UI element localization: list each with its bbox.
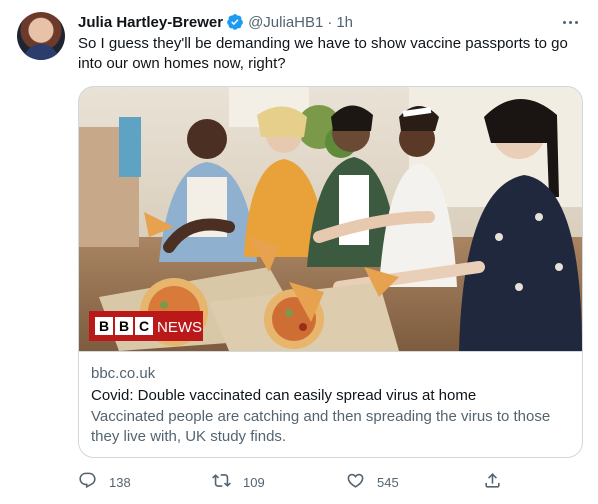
- verified-badge-icon: [226, 13, 244, 31]
- tweet-header: Julia Hartley-Brewer @JuliaHB1 · 1h: [78, 12, 353, 32]
- reply-count: 138: [109, 474, 131, 490]
- tweet[interactable]: Julia Hartley-Brewer @JuliaHB1 · 1h So I…: [0, 0, 598, 504]
- tweet-text: So I guess they'll be demanding we have …: [78, 35, 568, 72]
- author-name[interactable]: Julia Hartley-Brewer: [78, 14, 223, 31]
- reply-button[interactable]: 138: [78, 470, 131, 494]
- bbc-logo-letter: B: [99, 318, 109, 334]
- bbc-logo-letter: B: [119, 318, 129, 334]
- retweet-count: 109: [243, 474, 265, 490]
- retweet-button[interactable]: 109: [212, 470, 265, 494]
- reply-icon: [78, 471, 97, 493]
- bbc-news-label: NEWS: [157, 319, 202, 336]
- bbc-logo-letter: C: [139, 318, 149, 334]
- tweet-actions: 138 109 545: [78, 470, 508, 494]
- tweet-timestamp[interactable]: 1h: [336, 14, 353, 31]
- heart-icon: [346, 471, 365, 493]
- retweet-icon: [212, 471, 231, 493]
- bbc-news-logo: B B C NEWS: [89, 311, 203, 341]
- link-card-headline: Covid: Double vaccinated can easily spre…: [91, 387, 477, 404]
- link-card-description: Vaccinated people are catching and then …: [91, 408, 551, 445]
- link-card-meta[interactable]: bbc.co.uk Covid: Double vaccinated can e…: [79, 351, 582, 457]
- link-card-image[interactable]: B B C NEWS: [79, 87, 582, 351]
- like-button[interactable]: 545: [346, 470, 399, 494]
- link-card-domain: bbc.co.uk: [91, 365, 156, 382]
- author-avatar[interactable]: [17, 12, 65, 60]
- header-separator: ·: [327, 13, 333, 31]
- share-button[interactable]: [483, 470, 502, 494]
- more-options-icon[interactable]: [560, 12, 580, 32]
- author-handle[interactable]: @JuliaHB1: [248, 14, 323, 31]
- share-icon: [483, 471, 502, 493]
- link-card[interactable]: B B C NEWS bbc.co.uk Covid: Double vacci…: [78, 86, 583, 458]
- like-count: 545: [377, 474, 399, 490]
